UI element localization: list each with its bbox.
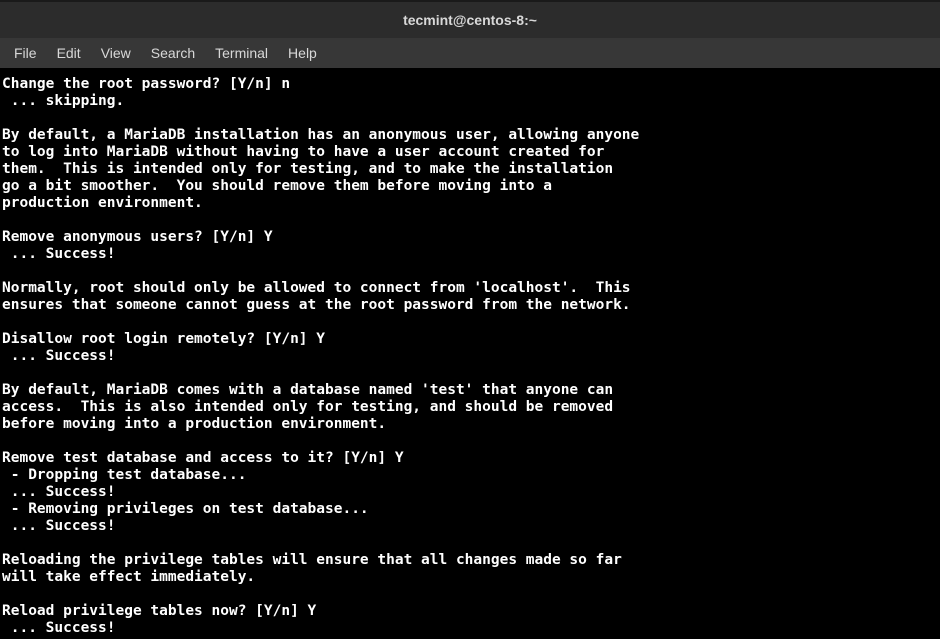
menu-search[interactable]: Search [141,40,205,66]
menu-file[interactable]: File [4,40,47,66]
menubar: File Edit View Search Terminal Help [0,38,940,68]
menu-terminal[interactable]: Terminal [205,40,278,66]
window-titlebar: tecmint@centos-8:~ [0,0,940,38]
terminal-output[interactable]: Change the root password? [Y/n] n ... sk… [0,68,940,639]
menu-help[interactable]: Help [278,40,327,66]
menu-edit[interactable]: Edit [47,40,91,66]
menu-view[interactable]: View [91,40,141,66]
window-title: tecmint@centos-8:~ [403,12,537,28]
